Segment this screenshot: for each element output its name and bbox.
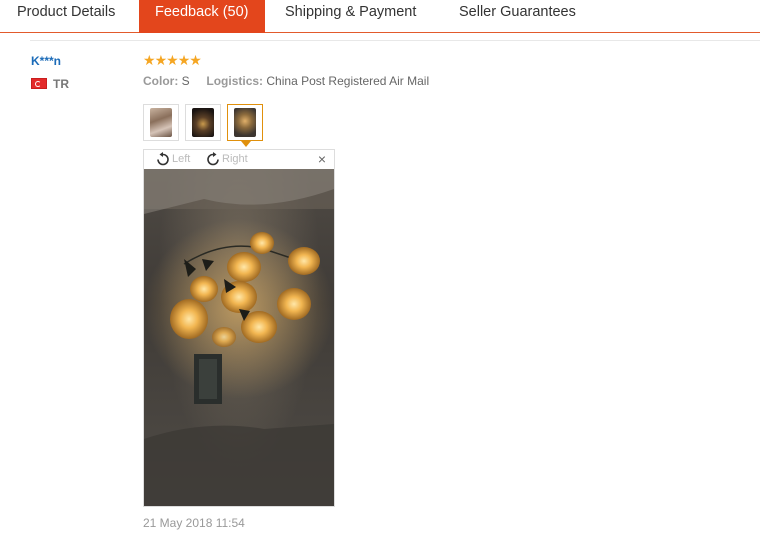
reviewer-name[interactable]: K***n bbox=[31, 54, 61, 68]
review-thumbnail[interactable] bbox=[143, 104, 179, 141]
string-lights-photo bbox=[144, 169, 334, 506]
star-rating: ★★★★★ bbox=[143, 52, 202, 68]
review-thumbnail[interactable] bbox=[185, 104, 221, 141]
color-value: S bbox=[181, 74, 190, 88]
tab-product-details[interactable]: Product Details bbox=[17, 0, 115, 33]
reviewer-country: TR bbox=[53, 77, 69, 91]
logistics-value: China Post Registered Air Mail bbox=[266, 74, 430, 88]
selected-pointer bbox=[241, 141, 251, 147]
star-icon: ★ bbox=[166, 52, 179, 68]
star-icon: ★ bbox=[177, 52, 191, 68]
star-icon: ★ bbox=[143, 52, 156, 68]
star-icon: ★ bbox=[154, 52, 168, 68]
rotate-left-label: Left bbox=[172, 153, 191, 165]
review-date: 21 May 2018 11:54 bbox=[143, 516, 245, 530]
review-thumbnail-selected[interactable] bbox=[227, 104, 263, 141]
review-photo bbox=[144, 169, 334, 506]
star-icon: ★ bbox=[189, 52, 202, 68]
image-viewer: Left Right × bbox=[143, 149, 335, 507]
order-attributes: Color: S Logistics: China Post Registere… bbox=[143, 74, 429, 88]
close-button[interactable]: × bbox=[318, 151, 326, 168]
logistics-label: Logistics: bbox=[206, 74, 264, 88]
viewer-toolbar: Left Right × bbox=[144, 150, 334, 169]
rotate-right-icon bbox=[207, 152, 219, 166]
tab-feedback[interactable]: Feedback (50) bbox=[139, 0, 265, 33]
product-tabs: Product Details Feedback (50) Shipping &… bbox=[0, 0, 760, 33]
rotate-right-label: Right bbox=[222, 153, 248, 165]
tab-shipping-payment[interactable]: Shipping & Payment bbox=[285, 0, 416, 33]
color-label: Color: bbox=[143, 74, 179, 88]
divider bbox=[30, 40, 760, 41]
rotate-right-button[interactable]: Right bbox=[204, 151, 248, 168]
tab-seller-guarantees[interactable]: Seller Guarantees bbox=[459, 0, 576, 33]
rotate-left-button[interactable]: Left bbox=[154, 151, 190, 168]
turkey-flag-icon bbox=[31, 78, 47, 89]
rotate-left-icon bbox=[157, 152, 169, 166]
